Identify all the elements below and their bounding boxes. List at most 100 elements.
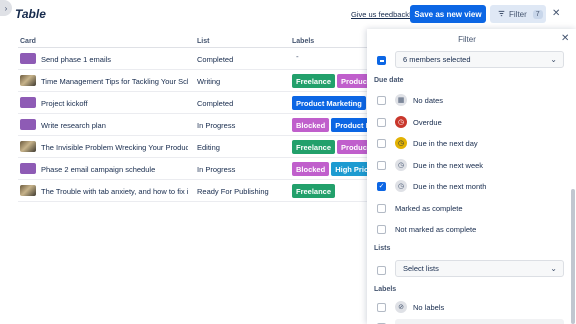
due-date-option[interactable]: Marked as complete	[377, 202, 567, 216]
clock-icon: ◷	[395, 158, 407, 171]
label-badge[interactable]: Freelance	[292, 74, 336, 88]
lists-heading: Lists	[374, 245, 391, 252]
due-date-option[interactable]: ◷ Due in the next day	[377, 137, 567, 151]
label-badge[interactable]: Freelance	[292, 184, 336, 198]
labels-heading: Labels	[374, 286, 397, 293]
chevron-right-icon: ›	[4, 3, 8, 13]
due-date-option-label: Overdue	[413, 117, 442, 127]
card-cover-thumbnail	[20, 97, 36, 108]
card-list: Completed	[197, 99, 234, 108]
label-badge[interactable]: Blocked	[292, 118, 330, 132]
close-icon: ✕	[552, 8, 561, 19]
due-date-option-label: Due in the next month	[413, 182, 487, 191]
card-name[interactable]: Send phase 1 emails	[41, 55, 188, 64]
card-name[interactable]: Write research plan	[41, 121, 188, 130]
due-date-option[interactable]: Not marked as complete	[377, 223, 567, 237]
lists-checkbox[interactable]	[377, 266, 386, 275]
filter-panel-close-button[interactable]: ✕	[561, 33, 569, 44]
empty-labels: -	[296, 52, 299, 61]
card-list: Editing	[197, 143, 220, 152]
due-date-checkbox[interactable]	[377, 96, 386, 105]
due-date-checkbox[interactable]	[377, 160, 386, 170]
clock-icon: ◷	[395, 115, 407, 128]
clock-icon: ◷	[395, 180, 407, 192]
card-name[interactable]: Time Management Tips for Tackling Your S…	[41, 77, 188, 86]
expand-sidebar-button[interactable]: ›	[0, 0, 12, 16]
cards-table: Card List Labels Send phase 1 emails Com…	[18, 34, 411, 202]
label-badge[interactable]: Product Marketing	[292, 96, 366, 110]
table-row[interactable]: Time Management Tips for Tackling Your S…	[18, 70, 411, 92]
due-date-option[interactable]: ◷ Overdue	[377, 115, 567, 130]
card-name[interactable]: Project kickoff	[41, 99, 188, 108]
due-date-option[interactable]: ◷ Due in the next week	[377, 158, 567, 173]
due-date-option-label: Due in the next week	[413, 160, 484, 170]
no-labels-option[interactable]: ⊘ No labels	[377, 301, 567, 315]
table-row[interactable]: The Invisible Problem Wrecking Your Prod…	[18, 136, 411, 158]
card-labels: Freelance	[292, 184, 336, 198]
due-date-option-label: No dates	[413, 96, 444, 105]
filter-panel: Filter ✕ 6 members selected ⌄ Due date ▦…	[367, 29, 576, 324]
feedback-link[interactable]: Give us feedback!	[351, 10, 411, 19]
lists-select-value: Select lists	[403, 264, 439, 273]
due-date-option-label: Due in the next day	[413, 139, 478, 148]
column-header-labels[interactable]: Labels	[292, 38, 314, 45]
no-labels-label: No labels	[413, 303, 445, 312]
members-checkbox[interactable]	[377, 56, 386, 65]
due-date-checkbox[interactable]	[377, 203, 386, 213]
card-list: Ready For Publishing	[197, 187, 269, 196]
lists-select[interactable]: Select lists ⌄	[395, 260, 564, 277]
due-date-checkbox[interactable]: ✓	[377, 182, 386, 191]
members-select[interactable]: 6 members selected ⌄	[395, 51, 564, 68]
filter-panel-title: Filter	[458, 35, 476, 44]
column-header-card[interactable]: Card	[20, 38, 36, 45]
filter-icon	[498, 10, 505, 19]
tag-icon: ⊘	[395, 301, 407, 313]
due-date-heading: Due date	[374, 77, 404, 84]
card-list: In Progress	[197, 121, 236, 130]
due-date-option-label: Not marked as complete	[395, 225, 477, 234]
members-select-value: 6 members selected	[403, 55, 471, 64]
table-header: Card List Labels	[18, 34, 368, 48]
clock-icon: ◷	[395, 137, 407, 149]
due-date-option[interactable]: ▦ No dates	[377, 94, 567, 108]
chevron-down-icon: ⌄	[550, 264, 557, 273]
card-list: In Progress	[197, 165, 236, 174]
column-header-list[interactable]: List	[197, 38, 209, 45]
close-view-button[interactable]: ✕	[552, 8, 560, 19]
calendar-icon: ▦	[395, 94, 407, 106]
table-row[interactable]: Send phase 1 emails Completed -	[18, 48, 368, 70]
table-row[interactable]: Write research plan In Progress Blocked P…	[18, 114, 406, 136]
table-row[interactable]: Project kickoff Completed Product Market…	[18, 92, 406, 114]
table-row[interactable]: The Trouble with tab anxiety, and how to…	[18, 180, 368, 202]
label-swatch	[395, 319, 564, 324]
chevron-down-icon: ⌄	[550, 55, 557, 64]
card-labels: -	[292, 52, 299, 61]
close-icon: ✕	[561, 33, 570, 44]
filter-button[interactable]: Filter 7	[490, 5, 546, 23]
card-cover-thumbnail	[20, 163, 36, 174]
card-name[interactable]: The Invisible Problem Wrecking Your Prod…	[41, 143, 188, 152]
scrollbar[interactable]	[571, 189, 575, 324]
filter-count-badge: 7	[532, 9, 543, 19]
card-name[interactable]: The Trouble with tab anxiety, and how to…	[41, 187, 188, 196]
label-badge[interactable]: Blocked	[292, 162, 330, 176]
card-cover-thumbnail	[20, 53, 36, 64]
due-date-checkbox[interactable]	[377, 139, 386, 148]
due-date-checkbox[interactable]	[377, 117, 386, 127]
card-cover-thumbnail	[20, 141, 36, 152]
card-cover-thumbnail	[20, 185, 36, 196]
save-as-new-view-button[interactable]: Save as new view	[410, 5, 486, 23]
no-labels-checkbox[interactable]	[377, 303, 386, 312]
card-cover-thumbnail	[20, 75, 36, 86]
card-name[interactable]: Phase 2 email campaign schedule	[41, 165, 188, 174]
table-row[interactable]: Phase 2 email campaign schedule In Progr…	[18, 158, 385, 180]
card-cover-thumbnail	[20, 119, 36, 130]
due-date-option[interactable]: ✓ ◷ Due in the next month	[377, 180, 567, 194]
card-list: Writing	[197, 77, 221, 86]
due-date-checkbox[interactable]	[377, 225, 386, 234]
label-badge[interactable]: Freelance	[292, 140, 336, 154]
due-date-option-label: Marked as complete	[395, 203, 463, 213]
card-list: Completed	[197, 55, 234, 64]
filter-button-label: Filter	[509, 9, 527, 19]
page-title: Table	[15, 7, 46, 21]
